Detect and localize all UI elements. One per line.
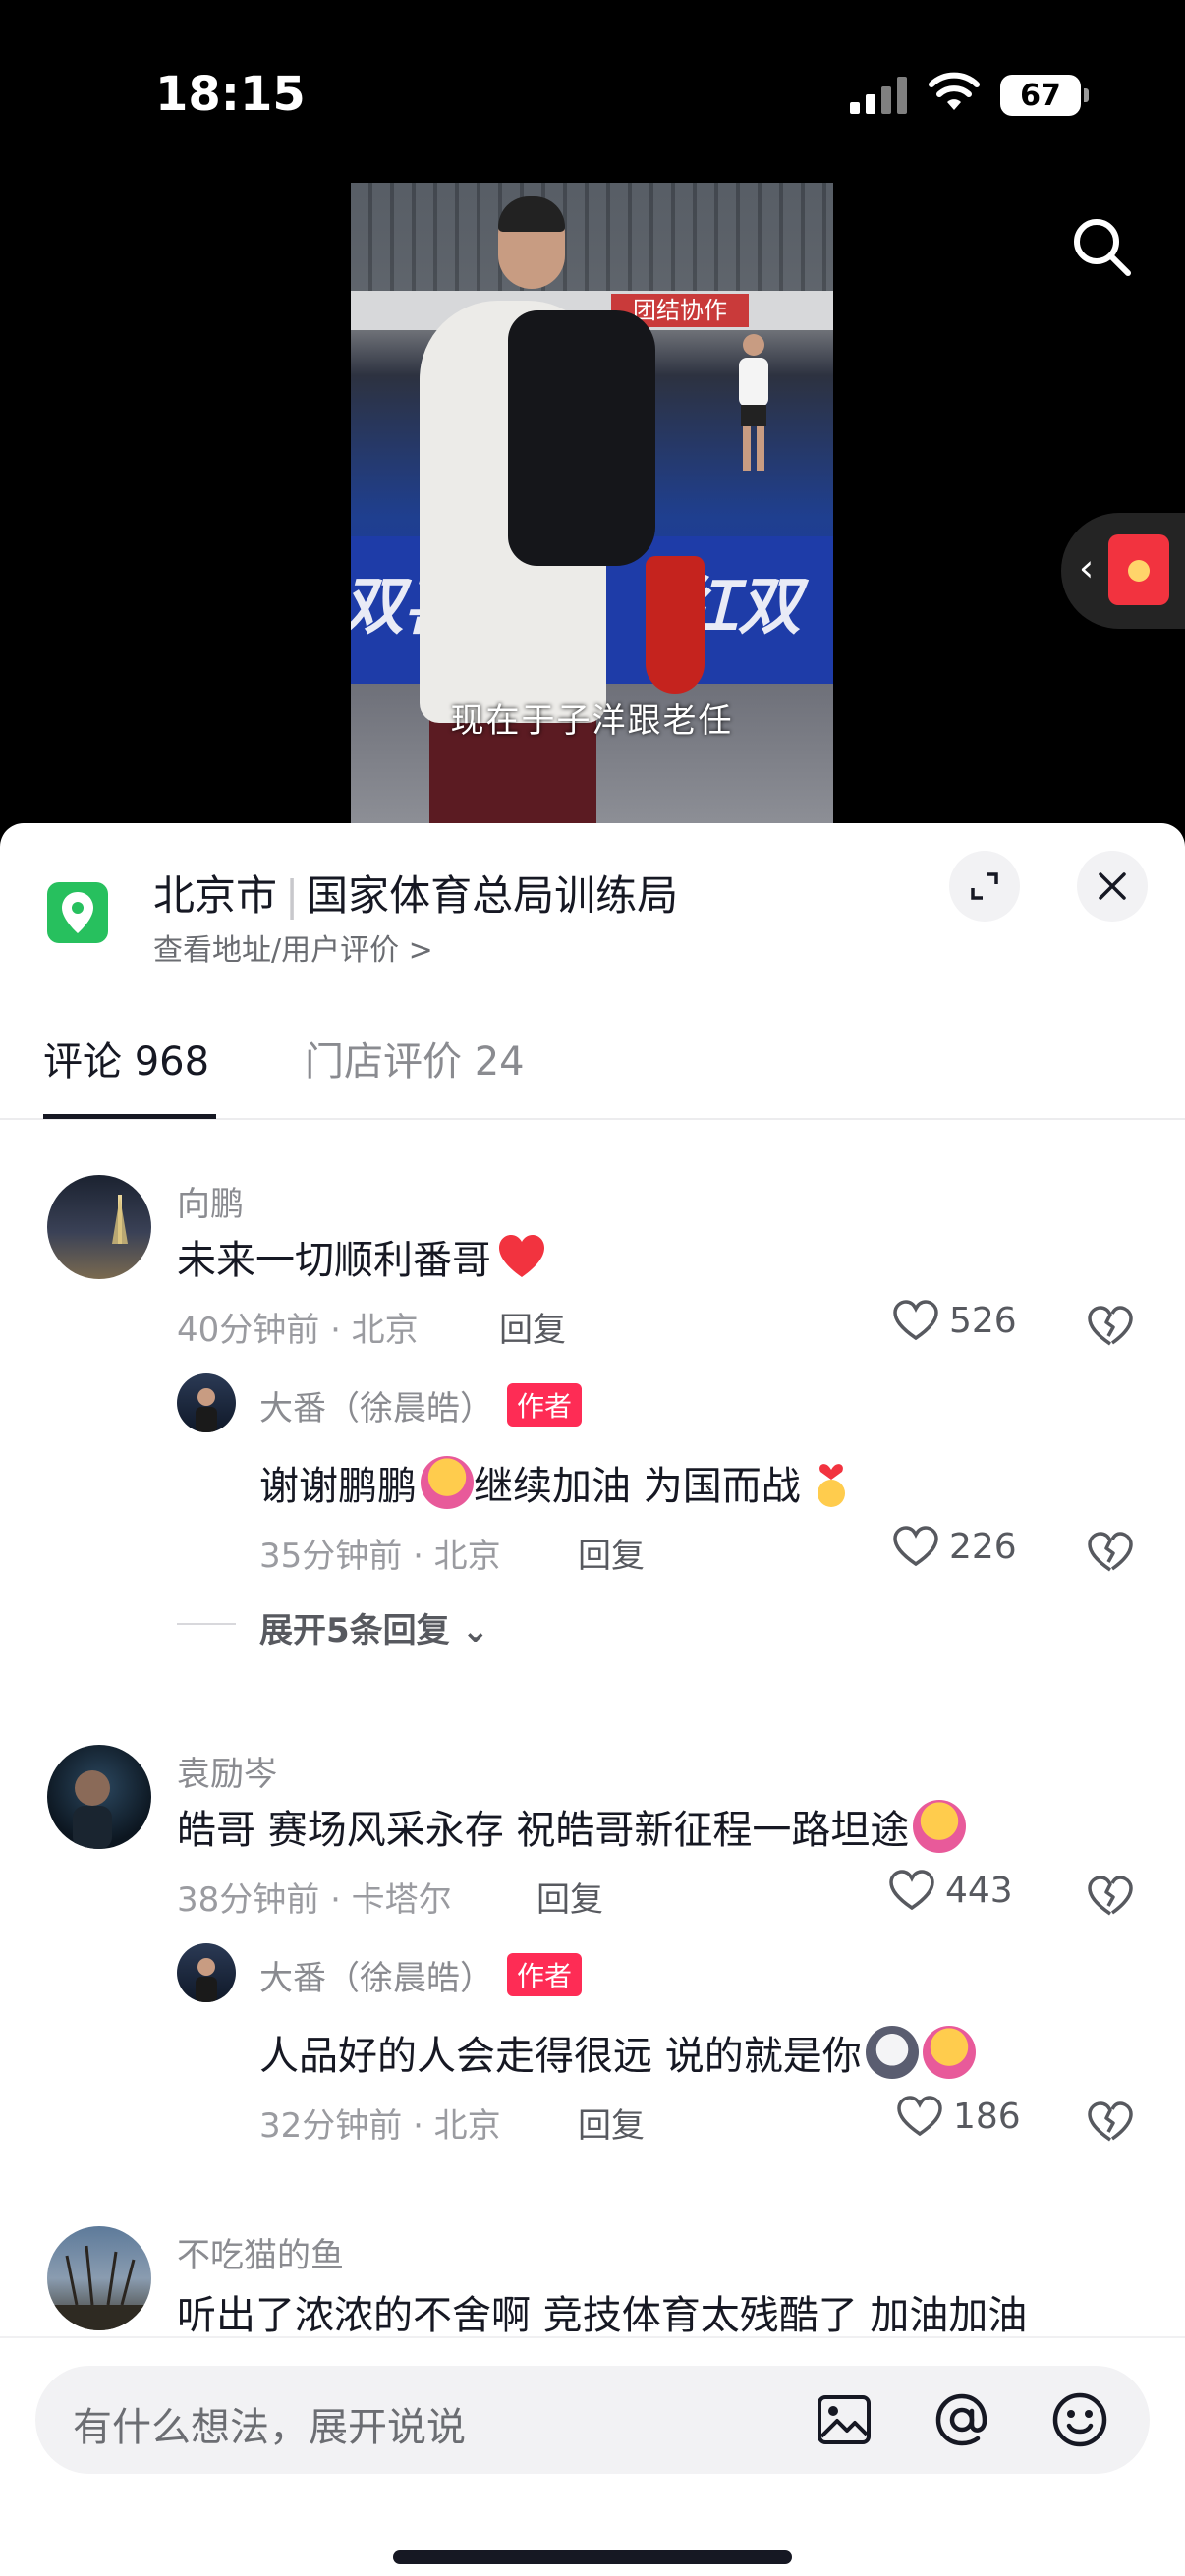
like-count: 443: [945, 1870, 1013, 1911]
reply-username[interactable]: 大番（徐晨皓） 作者: [259, 1381, 583, 1429]
reply-button[interactable]: 回复: [578, 1529, 645, 1577]
video-player[interactable]: 团结协作 双喜 红双 现在于子洋跟老任: [351, 183, 833, 825]
comment-text: 听出了浓浓的不舍啊 竞技体育太残酷了 加油加油: [177, 2293, 1028, 2338]
reply-text: 人品好的人会走得很远 说的就是你: [259, 2024, 976, 2081]
comment-input-bar: 有什么想法，展开说说: [0, 2336, 1185, 2576]
avatar[interactable]: [47, 1175, 151, 1279]
tab-active-indicator: [43, 1114, 216, 1119]
home-indicator: [393, 2550, 792, 2564]
reply-username-text: 大番（徐晨皓）: [259, 1959, 493, 1998]
battery-indicator: 67: [1000, 75, 1089, 116]
view-address-link[interactable]: 查看地址/用户评价 >: [153, 925, 433, 969]
emoji-icon[interactable]: [1047, 2387, 1112, 2452]
like-button[interactable]: 526: [892, 1299, 1017, 1342]
author-badge: 作者: [507, 1953, 583, 1996]
chevron-down-icon: ⌄: [461, 1611, 490, 1651]
expand-replies-button[interactable]: 展开5条回复 ⌄: [259, 1603, 489, 1652]
video-red-jacket: [646, 556, 705, 694]
close-icon: [1099, 872, 1126, 900]
tab-bar: 评论 968 门店评价 24: [0, 1030, 1185, 1120]
hug-emoji-icon: [913, 1800, 967, 1853]
avatar[interactable]: [47, 2226, 151, 2330]
red-envelope-icon: [1108, 534, 1169, 605]
wifi-icon: [929, 72, 980, 110]
comment-input-placeholder: 有什么想法，展开说说: [73, 2405, 466, 2450]
broken-heart-icon[interactable]: [1087, 1529, 1134, 1576]
comment-text-content: 未来一切顺利番哥: [177, 1238, 491, 1283]
hug-emoji-icon: [922, 2026, 976, 2079]
comment-text-content: 皓哥 赛场风采永存 祝皓哥新征程一路坦途: [177, 1808, 910, 1853]
tab-store-reviews[interactable]: 门店评价 24: [305, 1030, 525, 1087]
comment-username[interactable]: 袁励岑: [177, 1747, 277, 1795]
reply-button[interactable]: 回复: [536, 1873, 603, 1921]
hug-emoji-icon: [421, 1456, 474, 1509]
broken-heart-icon[interactable]: [1087, 1873, 1134, 1920]
comment-input[interactable]: 有什么想法，展开说说: [35, 2366, 1150, 2474]
red-heart-icon: [499, 1235, 544, 1277]
cat-emoji-icon: [865, 2026, 919, 2079]
cellular-signal-icon: [850, 77, 907, 114]
tab-comments[interactable]: 评论 968: [43, 1030, 209, 1087]
avatar[interactable]: [47, 1745, 151, 1849]
like-button[interactable]: 186: [896, 2095, 1021, 2138]
comment-meta: 38分钟前 · 卡塔尔: [177, 1880, 452, 1920]
location-pin-icon: [47, 882, 108, 943]
comment-sheet: 北京市 | 国家体育总局训练局 查看地址/用户评价 > 评论 968 门店评价 24…: [0, 823, 1185, 2576]
location-place: 国家体育总局训练局: [307, 871, 679, 920]
reply-text: 谢谢鹏鹏 继续加油 为国而战: [259, 1454, 858, 1511]
reply-meta: 35分钟前 · 北京: [259, 1537, 501, 1576]
comment-username[interactable]: 不吃猫的鱼: [177, 2228, 344, 2276]
location-city: 北京市: [153, 871, 278, 920]
heart-outline-icon: [897, 2096, 942, 2137]
heart-outline-icon: [893, 1526, 938, 1567]
expand-icon: [971, 872, 998, 900]
chevron-left-icon: ‹: [1079, 546, 1095, 589]
heart-outline-icon: [893, 1300, 938, 1341]
location-title[interactable]: 北京市 | 国家体育总局训练局: [153, 863, 678, 923]
comment-username[interactable]: 向鹏: [177, 1177, 244, 1225]
mention-icon[interactable]: [930, 2387, 994, 2452]
search-icon[interactable]: [1069, 214, 1134, 279]
red-packet-button[interactable]: ‹: [1061, 513, 1185, 629]
reply-button[interactable]: 回复: [499, 1303, 566, 1351]
reply-button[interactable]: 回复: [578, 2099, 645, 2147]
video-ceiling: [351, 183, 833, 291]
reply-meta: 32分钟前 · 北京: [259, 2106, 501, 2146]
broken-heart-icon[interactable]: [1087, 2099, 1134, 2146]
expand-button[interactable]: [949, 851, 1020, 922]
video-backpack: [508, 310, 655, 566]
video-background-player: [739, 334, 768, 471]
close-button[interactable]: [1077, 851, 1148, 922]
like-count: 526: [949, 1300, 1017, 1341]
expand-divider: [177, 1623, 236, 1625]
reply-username-text: 大番（徐晨皓）: [259, 1389, 493, 1428]
author-badge: 作者: [507, 1383, 583, 1427]
image-icon[interactable]: [812, 2387, 876, 2452]
comment-text: 未来一切顺利番哥: [177, 1228, 548, 1285]
avatar[interactable]: [177, 1943, 236, 2002]
like-button[interactable]: 226: [892, 1525, 1017, 1568]
broken-heart-icon[interactable]: [1087, 1303, 1134, 1350]
comment-meta: 40分钟前 · 北京: [177, 1311, 419, 1350]
like-count: 226: [949, 1526, 1017, 1567]
like-count: 186: [953, 2096, 1021, 2137]
heart-outline-icon: [889, 1870, 934, 1911]
avatar[interactable]: [177, 1373, 236, 1432]
video-subtitle: 现在于子洋跟老任: [450, 701, 734, 741]
status-time: 18:15: [155, 67, 306, 122]
finger-heart-emoji-icon: [805, 1456, 858, 1509]
reply-text-part2: 继续加油 为国而战: [474, 1464, 801, 1509]
reply-text-content: 人品好的人会走得很远 说的就是你: [259, 2034, 862, 2079]
like-button[interactable]: 443: [888, 1869, 1013, 1912]
location-separator: |: [285, 871, 300, 920]
reply-text-part1: 谢谢鹏鹏: [259, 1464, 417, 1509]
expand-replies-label: 展开5条回复: [259, 1611, 450, 1651]
reply-username[interactable]: 大番（徐晨皓） 作者: [259, 1951, 583, 1999]
comment-text: 皓哥 赛场风采永存 祝皓哥新征程一路坦途: [177, 1798, 967, 1855]
